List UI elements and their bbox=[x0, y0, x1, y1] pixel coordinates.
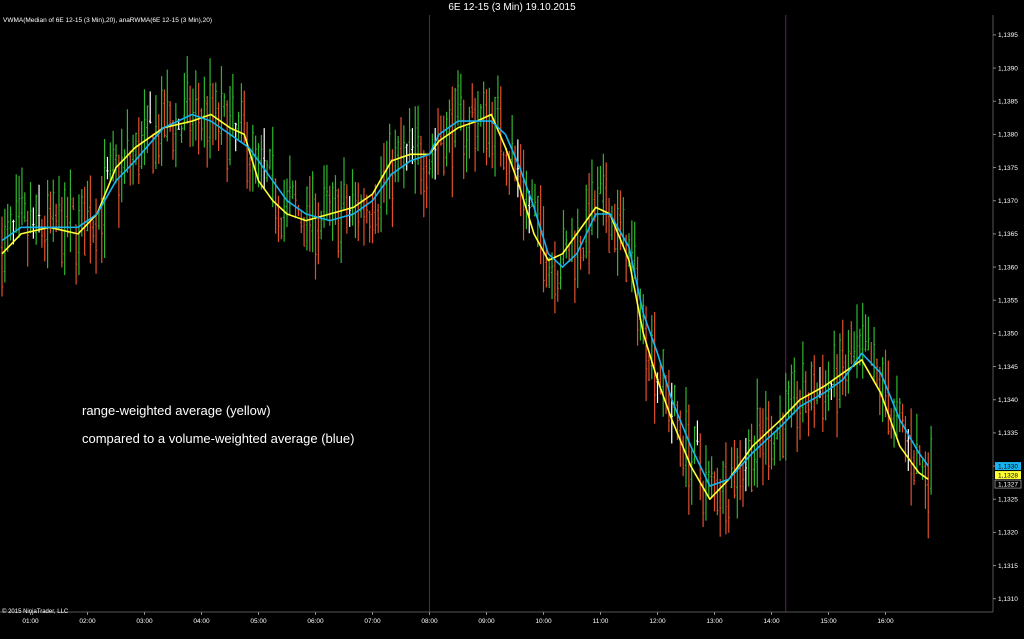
x-tick-label: 05:00 bbox=[250, 618, 267, 625]
y-tick-label: 1,1355 bbox=[998, 298, 1018, 305]
indicator-label: VWMA(Median of 6E 12-15 (3 Min),20), ana… bbox=[3, 17, 212, 24]
y-tick-label: 1,1340 bbox=[998, 397, 1018, 404]
x-tick-label: 02:00 bbox=[79, 618, 96, 625]
y-tick-label: 1,1360 bbox=[998, 264, 1018, 271]
y-tick-label: 1,1380 bbox=[998, 132, 1018, 139]
x-tick-label: 12:00 bbox=[649, 618, 666, 625]
copyright-text: © 2015 NinjaTrader, LLC bbox=[2, 608, 69, 615]
y-tick-label: 1,1345 bbox=[998, 364, 1018, 371]
price-label-last-text: 1,1327 bbox=[998, 481, 1018, 488]
annotation-blue: compared to a volume-weighted average (b… bbox=[82, 431, 354, 446]
chart-background bbox=[0, 15, 1024, 639]
y-tick-label: 1,1385 bbox=[998, 99, 1018, 106]
price-label-last: 1,1327 bbox=[994, 479, 1022, 489]
price-label-yellow-text: 1,1328 bbox=[998, 472, 1018, 479]
y-tick-label: 1,1365 bbox=[998, 231, 1018, 238]
x-tick-label: 13:00 bbox=[706, 618, 723, 625]
x-tick-label: 16:00 bbox=[877, 618, 894, 625]
x-tick-label: 03:00 bbox=[136, 618, 153, 625]
price-label-blue-text: 1,1330 bbox=[998, 463, 1018, 470]
x-tick-label: 08:00 bbox=[421, 618, 438, 625]
x-tick-label: 09:00 bbox=[478, 618, 495, 625]
y-tick-label: 1,1375 bbox=[998, 165, 1018, 172]
y-tick-label: 1,1350 bbox=[998, 331, 1018, 338]
y-tick-label: 1,1320 bbox=[998, 530, 1018, 537]
annotation-yellow: range-weighted average (yellow) bbox=[82, 403, 271, 418]
x-tick-label: 10:00 bbox=[535, 618, 552, 625]
y-tick-label: 1,1370 bbox=[998, 198, 1018, 205]
y-tick-label: 1,1325 bbox=[998, 497, 1018, 504]
x-tick-label: 01:00 bbox=[22, 618, 39, 625]
price-chart[interactable]: 1,1395 1,1390 1,1385 1,1380 1,1375 1,1370 1,13… bbox=[0, 0, 1024, 639]
y-tick-label: 1,1390 bbox=[998, 65, 1018, 72]
x-tick-label: 04:00 bbox=[193, 618, 210, 625]
price-label-blue: 1,1330 bbox=[995, 462, 1021, 470]
x-tick-label: 11:00 bbox=[593, 618, 609, 625]
x-tick-label: 14:00 bbox=[763, 618, 780, 625]
x-tick-label: 15:00 bbox=[820, 618, 837, 625]
x-tick-label: 07:00 bbox=[364, 618, 381, 625]
x-tick-label: 06:00 bbox=[307, 618, 324, 625]
y-tick-label: 1,1335 bbox=[998, 430, 1018, 437]
y-tick-label: 1,1310 bbox=[998, 596, 1018, 603]
y-tick-label: 1,1315 bbox=[998, 563, 1018, 570]
price-label-yellow: 1,1328 bbox=[995, 471, 1021, 479]
y-tick-label: 1,1395 bbox=[998, 32, 1018, 39]
